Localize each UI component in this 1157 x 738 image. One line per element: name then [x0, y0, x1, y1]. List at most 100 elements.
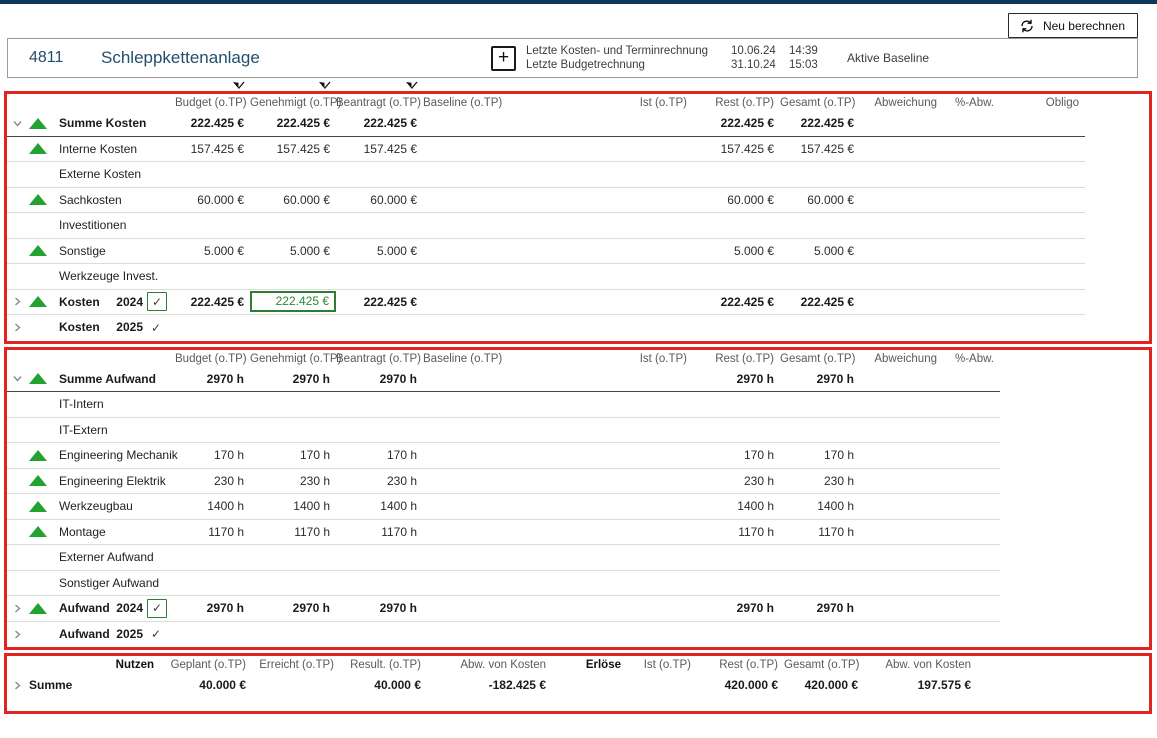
expand-chevron-icon[interactable] — [7, 622, 27, 648]
value-cell: 157.425 € — [693, 137, 780, 163]
row-label: IT-Extern — [57, 418, 111, 444]
value-cell: 170 h — [693, 443, 780, 469]
value-cell — [336, 392, 423, 418]
value-cell — [493, 213, 693, 239]
value-cell — [780, 392, 860, 418]
row-label: IT-Intern — [57, 392, 111, 418]
row-year — [111, 111, 147, 137]
row-year — [111, 367, 147, 393]
table-header-row: NutzenGeplant (o.TP)Erreicht (o.TP)Resul… — [7, 656, 1149, 673]
value-cell — [493, 315, 693, 341]
value-cell — [493, 290, 693, 316]
value-cell — [943, 469, 1000, 495]
column-header: Erlöse — [552, 656, 627, 673]
checked-checkbox[interactable]: ✓ — [147, 599, 167, 618]
expand-chevron-icon[interactable] — [7, 673, 27, 699]
row-year — [111, 392, 147, 418]
value-cell: 230 h — [693, 469, 780, 495]
status-up-triangle-icon — [29, 501, 47, 512]
checkbox-cell — [147, 111, 175, 137]
status-up-triangle-icon — [29, 143, 47, 154]
value-cell — [693, 622, 780, 648]
value-cell — [943, 596, 1000, 622]
value-cell — [493, 137, 693, 163]
value-cell — [780, 162, 860, 188]
column-header: Nutzen — [27, 656, 160, 673]
last-budget-calc-time: 15:03 — [789, 58, 831, 72]
value-cell — [250, 418, 336, 444]
collapse-chevron-icon[interactable] — [7, 111, 27, 137]
collapse-chevron-icon[interactable] — [7, 367, 27, 393]
column-pin-icon[interactable] — [318, 79, 331, 91]
value-cell: 1400 h — [693, 494, 780, 520]
value-cell — [860, 137, 943, 163]
value-cell — [175, 622, 250, 648]
value-cell: 2970 h — [780, 367, 860, 393]
value-cell — [493, 367, 693, 393]
status-cell — [27, 264, 57, 290]
active-baseline-label: Aktive Baseline — [847, 51, 929, 65]
value-cell — [943, 571, 1000, 597]
column-header: Ist (o.TP) — [627, 656, 697, 673]
row-filler — [1000, 494, 1149, 520]
value-cell: 222.425 € — [693, 290, 780, 316]
value-cell — [1000, 137, 1085, 163]
value-cell: 157.425 € — [780, 137, 860, 163]
approved-value-input[interactable]: 222.425 € — [250, 291, 336, 312]
table-row: Sonstiger Aufwand — [7, 571, 1149, 597]
value-cell — [860, 315, 943, 341]
value-cell — [423, 494, 493, 520]
check-icon[interactable]: ✓ — [147, 628, 161, 640]
table-row: Investitionen — [7, 213, 1149, 239]
value-cell — [860, 545, 943, 571]
expand-cell — [7, 469, 27, 495]
value-cell — [175, 418, 250, 444]
status-cell — [27, 111, 57, 137]
value-cell — [1000, 264, 1085, 290]
check-icon[interactable]: ✓ — [147, 322, 161, 334]
value-cell — [250, 264, 336, 290]
column-header: Ist (o.TP) — [493, 94, 693, 111]
column-pin-icon[interactable] — [232, 79, 245, 91]
value-cell — [693, 264, 780, 290]
column-header: Ist (o.TP) — [493, 350, 693, 367]
value-cell — [493, 545, 693, 571]
row-filler — [977, 673, 1149, 699]
column-pin-icon[interactable] — [405, 79, 418, 91]
value-cell — [860, 367, 943, 393]
value-cell: 1170 h — [336, 520, 423, 546]
value-cell: 5.000 € — [250, 239, 336, 265]
add-button[interactable]: + — [491, 46, 516, 71]
checked-checkbox[interactable]: ✓ — [147, 292, 167, 311]
expand-chevron-icon[interactable] — [7, 596, 27, 622]
column-header: Gesamt (o.TP) — [780, 94, 860, 111]
row-year — [111, 239, 147, 265]
value-cell — [943, 137, 1000, 163]
status-up-triangle-icon — [29, 296, 47, 307]
value-cell — [943, 111, 1000, 137]
row-filler — [1085, 162, 1149, 188]
checkbox-cell: ✓ — [147, 290, 175, 316]
value-cell — [860, 111, 943, 137]
value-cell — [860, 443, 943, 469]
expand-chevron-icon[interactable] — [7, 290, 27, 316]
value-cell: 157.425 € — [336, 137, 423, 163]
value-cell — [175, 162, 250, 188]
row-label: Aufwand — [57, 622, 111, 648]
expand-chevron-icon[interactable] — [7, 315, 27, 341]
status-cell — [27, 162, 57, 188]
row-filler — [1000, 367, 1149, 393]
recalculate-button[interactable]: Neu berechnen — [1008, 13, 1138, 38]
status-up-triangle-icon — [29, 475, 47, 486]
recalculate-label: Neu berechnen — [1043, 19, 1125, 33]
value-cell — [860, 290, 943, 316]
value-cell — [423, 443, 493, 469]
value-cell — [943, 213, 1000, 239]
value-cell — [943, 520, 1000, 546]
column-header: Beantragt (o.TP) — [336, 350, 423, 367]
value-cell — [175, 545, 250, 571]
value-cell — [780, 213, 860, 239]
status-cell — [27, 213, 57, 239]
value-cell — [336, 264, 423, 290]
value-cell — [780, 315, 860, 341]
